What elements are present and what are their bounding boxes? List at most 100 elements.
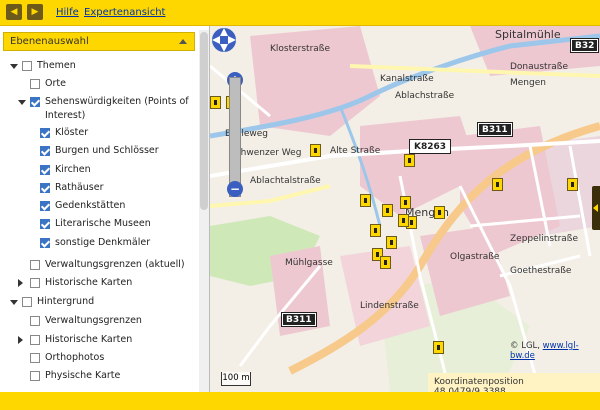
collapse-icon[interactable] [179, 39, 187, 44]
layer-label: Gedenkstätten [55, 200, 126, 211]
poi-marker-icon[interactable] [382, 204, 393, 217]
layer-row[interactable]: Historische Karten [0, 275, 198, 291]
map-label-street: Alte Straße [330, 146, 381, 156]
layer-label: Rathäuser [55, 182, 104, 193]
layer-label: Hintergrund [37, 296, 95, 307]
collapse-arrow-icon[interactable] [10, 64, 18, 69]
layer-label: Klöster [55, 127, 89, 138]
expand-panel-tab[interactable] [592, 186, 600, 230]
layer-checkbox[interactable] [22, 297, 32, 307]
zoom-slider[interactable] [229, 77, 241, 197]
collapse-arrow-icon[interactable] [18, 100, 26, 105]
layer-label: Kirchen [55, 164, 91, 175]
layer-checkbox[interactable] [30, 260, 40, 270]
layer-label: sonstige Denkmäler [55, 237, 151, 248]
poi-marker-icon[interactable] [492, 178, 503, 191]
layer-label: Themen [37, 60, 76, 71]
layer-label: Burgen und Schlösser [55, 145, 159, 156]
attribution: © LGL, www.lgl-bw.de [510, 341, 579, 361]
layer-checkbox[interactable] [30, 371, 40, 381]
poi-marker-icon[interactable] [398, 214, 409, 227]
top-toolbar: ◀ ▶ Hilfe Expertenansicht [0, 0, 600, 26]
poi-marker-icon[interactable] [434, 206, 445, 219]
layer-row[interactable]: Literarische Museen [0, 216, 198, 232]
layer-row[interactable]: Verwaltungsgrenzen (aktuell) [0, 257, 198, 273]
pan-compass-icon[interactable] [210, 26, 238, 54]
map-label-street: Donaustraße [510, 62, 568, 72]
layer-checkbox[interactable] [22, 61, 32, 71]
layer-row[interactable]: Physische Karte [0, 368, 198, 384]
map-label-street: Olgastraße [450, 252, 500, 262]
poi-marker-icon[interactable] [567, 178, 578, 191]
layer-row[interactable]: Hintergrund [0, 294, 198, 310]
layer-checkbox[interactable] [40, 146, 50, 156]
layer-label: Verwaltungsgrenzen [45, 315, 142, 326]
help-link[interactable]: Hilfe [56, 7, 79, 18]
poi-marker-icon[interactable] [380, 256, 391, 269]
map-label-street: Goethestraße [510, 266, 572, 276]
poi-marker-icon[interactable] [400, 196, 411, 209]
zoom-out-button[interactable]: − [227, 181, 243, 197]
layer-label: Orte [45, 78, 66, 89]
map-label-street: Lindenstraße [360, 301, 419, 311]
layer-checkbox[interactable] [30, 335, 40, 345]
layer-row[interactable]: Historische Karten [0, 332, 198, 348]
layer-row[interactable]: Burgen und Schlösser [0, 143, 198, 159]
layer-checkbox[interactable] [40, 238, 50, 248]
layer-checkbox[interactable] [40, 165, 50, 175]
layer-panel-header[interactable]: Ebenenauswahl [3, 32, 195, 51]
poi-marker-icon[interactable] [404, 154, 415, 167]
layer-panel: Ebenenauswahl Themen Orte Sehenswürdigkeit… [0, 26, 210, 392]
layer-checkbox[interactable] [40, 128, 50, 138]
layer-label: Literarische Museen [55, 218, 151, 229]
back-button[interactable]: ◀ [6, 4, 22, 20]
layer-row[interactable]: Klöster [0, 125, 198, 141]
layer-row[interactable]: Orthophotos [0, 350, 198, 366]
road-shield: B32 [569, 38, 600, 53]
poi-marker-icon[interactable] [360, 194, 371, 207]
layer-label: Verwaltungsgrenzen (aktuell) [45, 259, 185, 270]
layer-row[interactable]: Gedenkstätten [0, 198, 198, 214]
layer-checkbox[interactable] [30, 79, 40, 89]
layer-checkbox[interactable] [30, 316, 40, 326]
forward-button[interactable]: ▶ [27, 4, 43, 20]
layer-checkbox[interactable] [30, 278, 40, 288]
layer-checkbox[interactable] [40, 219, 50, 229]
layer-label: Historische Karten [45, 334, 133, 345]
layer-checkbox[interactable] [30, 353, 40, 363]
map-label-street: Ablachstraße [395, 91, 455, 101]
expand-arrow-icon[interactable] [18, 279, 23, 287]
map-view[interactable]: Spitalmühle Mengen Klosterstraße Kanalst… [210, 26, 600, 392]
layer-label-continued: Interest) [45, 110, 86, 121]
collapse-arrow-icon[interactable] [10, 300, 18, 305]
poi-marker-icon[interactable] [433, 341, 444, 354]
layer-label: Physische Karte [45, 370, 121, 381]
scrollbar-thumb[interactable] [200, 32, 208, 210]
layer-checkbox[interactable] [30, 97, 40, 107]
layer-row[interactable]: Themen [0, 58, 198, 74]
expert-view-link[interactable]: Expertenansicht [84, 7, 165, 18]
layer-row[interactable]: sonstige Denkmäler [0, 235, 198, 251]
map-label-street: Zeppelinstraße [510, 234, 579, 244]
scale-bar: 100 m [221, 372, 251, 386]
expand-arrow-icon[interactable] [18, 336, 23, 344]
road-shield: B311 [281, 312, 317, 327]
map-label-street: Mühlgasse [285, 258, 333, 268]
layer-row[interactable]: Sehenswürdigkeiten (Points of Interest) [0, 94, 198, 121]
poi-marker-icon[interactable] [210, 96, 221, 109]
map-label-spitalmuehle: Spitalmühle [495, 28, 561, 41]
layer-row[interactable]: Verwaltungsgrenzen [0, 313, 198, 329]
poi-marker-icon[interactable] [370, 224, 381, 237]
road-shield: K8263 [408, 139, 452, 154]
map-label-street: Ablachtalstraße [250, 176, 321, 186]
map-label-street: Klosterstraße [270, 44, 331, 54]
layer-checkbox[interactable] [40, 183, 50, 193]
bottom-bar [0, 392, 600, 410]
panel-title: Ebenenauswahl [10, 36, 89, 47]
layer-checkbox[interactable] [40, 201, 50, 211]
layer-row[interactable]: Kirchen [0, 162, 198, 178]
poi-marker-icon[interactable] [310, 144, 321, 157]
layer-row[interactable]: Orte [0, 76, 198, 92]
poi-marker-icon[interactable] [386, 236, 397, 249]
layer-row[interactable]: Rathäuser [0, 180, 198, 196]
